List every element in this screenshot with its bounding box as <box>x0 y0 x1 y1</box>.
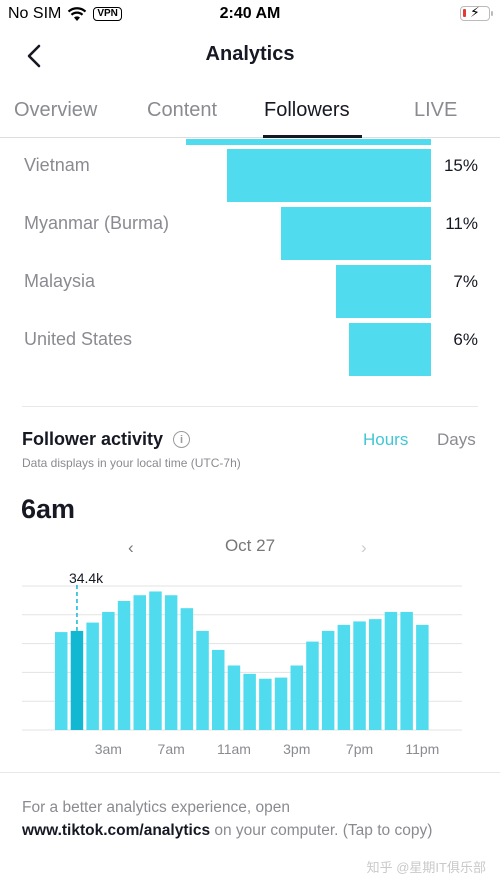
follower-activity-heading: Follower activity i <box>22 429 191 450</box>
x-tick-label: 7am <box>158 741 185 757</box>
selected-time: 6am <box>21 494 76 524</box>
chart-bar-2am[interactable] <box>86 622 99 730</box>
country-row: Myanmar (Burma) 11% <box>0 197 500 260</box>
chart-bar-7pm[interactable] <box>353 621 366 730</box>
chart-bar-9pm[interactable] <box>384 611 398 730</box>
country-name: Malaysia <box>24 271 96 291</box>
section-divider <box>22 406 478 407</box>
chart-bar-8pm[interactable] <box>369 619 382 730</box>
country-name: Myanmar (Burma) <box>24 213 170 233</box>
analytics-url[interactable]: www.tiktok.com/analytics <box>22 822 210 839</box>
days-toggle[interactable]: Days <box>437 430 476 450</box>
tab-bar: Overview Content Followers LIVE <box>0 90 500 138</box>
chart-bar-10pm[interactable] <box>400 611 413 730</box>
country-bar <box>349 323 431 376</box>
follower-activity-title: Follower activity <box>22 429 164 449</box>
highlight-value-label: 34.4k <box>69 570 104 586</box>
status-left: No SIM VPN <box>8 5 122 23</box>
carrier-label: No SIM <box>8 5 62 22</box>
chart-bar-6am[interactable] <box>149 591 162 730</box>
battery-level <box>463 9 466 17</box>
chevron-left-icon <box>27 44 41 68</box>
chart-bar-8am[interactable] <box>180 608 194 730</box>
chart-bar-2pm[interactable] <box>274 677 288 730</box>
follower-activity-chart: 34.4k 3am 7am 11am 3pm 7pm 11pm <box>22 570 462 757</box>
country-bar <box>336 265 431 318</box>
copy-analytics-link[interactable]: For a better analytics experience, open … <box>22 796 482 842</box>
active-tab-indicator <box>263 135 362 138</box>
footer-text-after: on your computer. (Tap to copy) <box>210 822 433 839</box>
footer-divider <box>0 772 500 773</box>
wifi-icon <box>68 6 87 21</box>
chart-bar-10am[interactable] <box>212 649 225 730</box>
back-button[interactable] <box>22 42 50 70</box>
chart-bar-4am[interactable] <box>117 600 131 730</box>
x-tick-label: 7pm <box>346 741 373 757</box>
country-name: Vietnam <box>24 155 90 175</box>
chart-bar-1am[interactable] <box>70 630 84 730</box>
next-date-button[interactable]: › <box>361 538 367 558</box>
hours-toggle[interactable]: Hours <box>363 430 408 450</box>
info-icon[interactable]: i <box>173 431 191 448</box>
x-tick-label: 3pm <box>283 741 310 757</box>
chart-bar-9am[interactable] <box>196 630 209 730</box>
country-pct: 11% <box>445 214 478 233</box>
country-row: Vietnam 15% <box>0 139 500 202</box>
nav-header: Analytics <box>0 30 500 84</box>
tab-overview[interactable]: Overview <box>14 99 97 122</box>
timezone-note: Data displays in your local time (UTC-7h… <box>22 456 241 470</box>
chart-bar-6pm[interactable] <box>337 624 351 730</box>
chart-bar-7am[interactable] <box>164 595 178 730</box>
chart-bar-5pm[interactable] <box>321 630 335 730</box>
chart-bar-5am[interactable] <box>133 595 147 730</box>
chart-bar-3pm[interactable] <box>290 665 304 730</box>
chart-bar-1pm[interactable] <box>259 678 272 730</box>
country-row: Malaysia 7% <box>0 255 500 318</box>
footer-text-before: For a better analytics experience, open <box>22 799 290 816</box>
country-name: United States <box>24 329 133 349</box>
battery-charging-icon: ⚡ <box>460 4 493 21</box>
charging-bolt-icon: ⚡ <box>470 4 480 20</box>
country-bar <box>227 149 431 202</box>
x-tick-label: 11pm <box>405 741 439 757</box>
tab-live[interactable]: LIVE <box>414 99 457 122</box>
x-tick-label: 11am <box>217 741 251 757</box>
tab-followers[interactable]: Followers <box>264 99 350 122</box>
chart-bar-4pm[interactable] <box>306 641 319 730</box>
chart-bar-12am[interactable] <box>55 632 68 730</box>
chart-bar-12pm[interactable] <box>243 673 256 730</box>
vpn-badge: VPN <box>93 7 122 21</box>
chart-bar-11pm[interactable] <box>416 624 429 730</box>
page-title: Analytics <box>205 43 295 65</box>
x-tick-label: 3am <box>95 741 122 757</box>
status-bar: No SIM VPN 2:40 AM ⚡ <box>0 0 500 28</box>
country-row: United States 6% <box>0 313 500 376</box>
tab-content[interactable]: Content <box>147 99 217 122</box>
date-label: Oct 27 <box>224 536 276 555</box>
previous-date-button[interactable]: ‹ <box>128 538 134 558</box>
country-pct: 7% <box>453 272 478 291</box>
chart-bar-11am[interactable] <box>227 665 241 730</box>
top-countries-list: Vietnam 15% Myanmar (Burma) 11% Malaysia… <box>0 139 500 407</box>
watermark: 知乎 @星期IT俱乐部 <box>366 860 486 875</box>
country-pct: 15% <box>443 156 478 175</box>
date-navigator: ‹ Oct 27 › <box>0 536 500 560</box>
chart-bar-3am[interactable] <box>102 611 115 730</box>
country-pct: 6% <box>453 330 478 349</box>
country-bar <box>281 207 431 260</box>
